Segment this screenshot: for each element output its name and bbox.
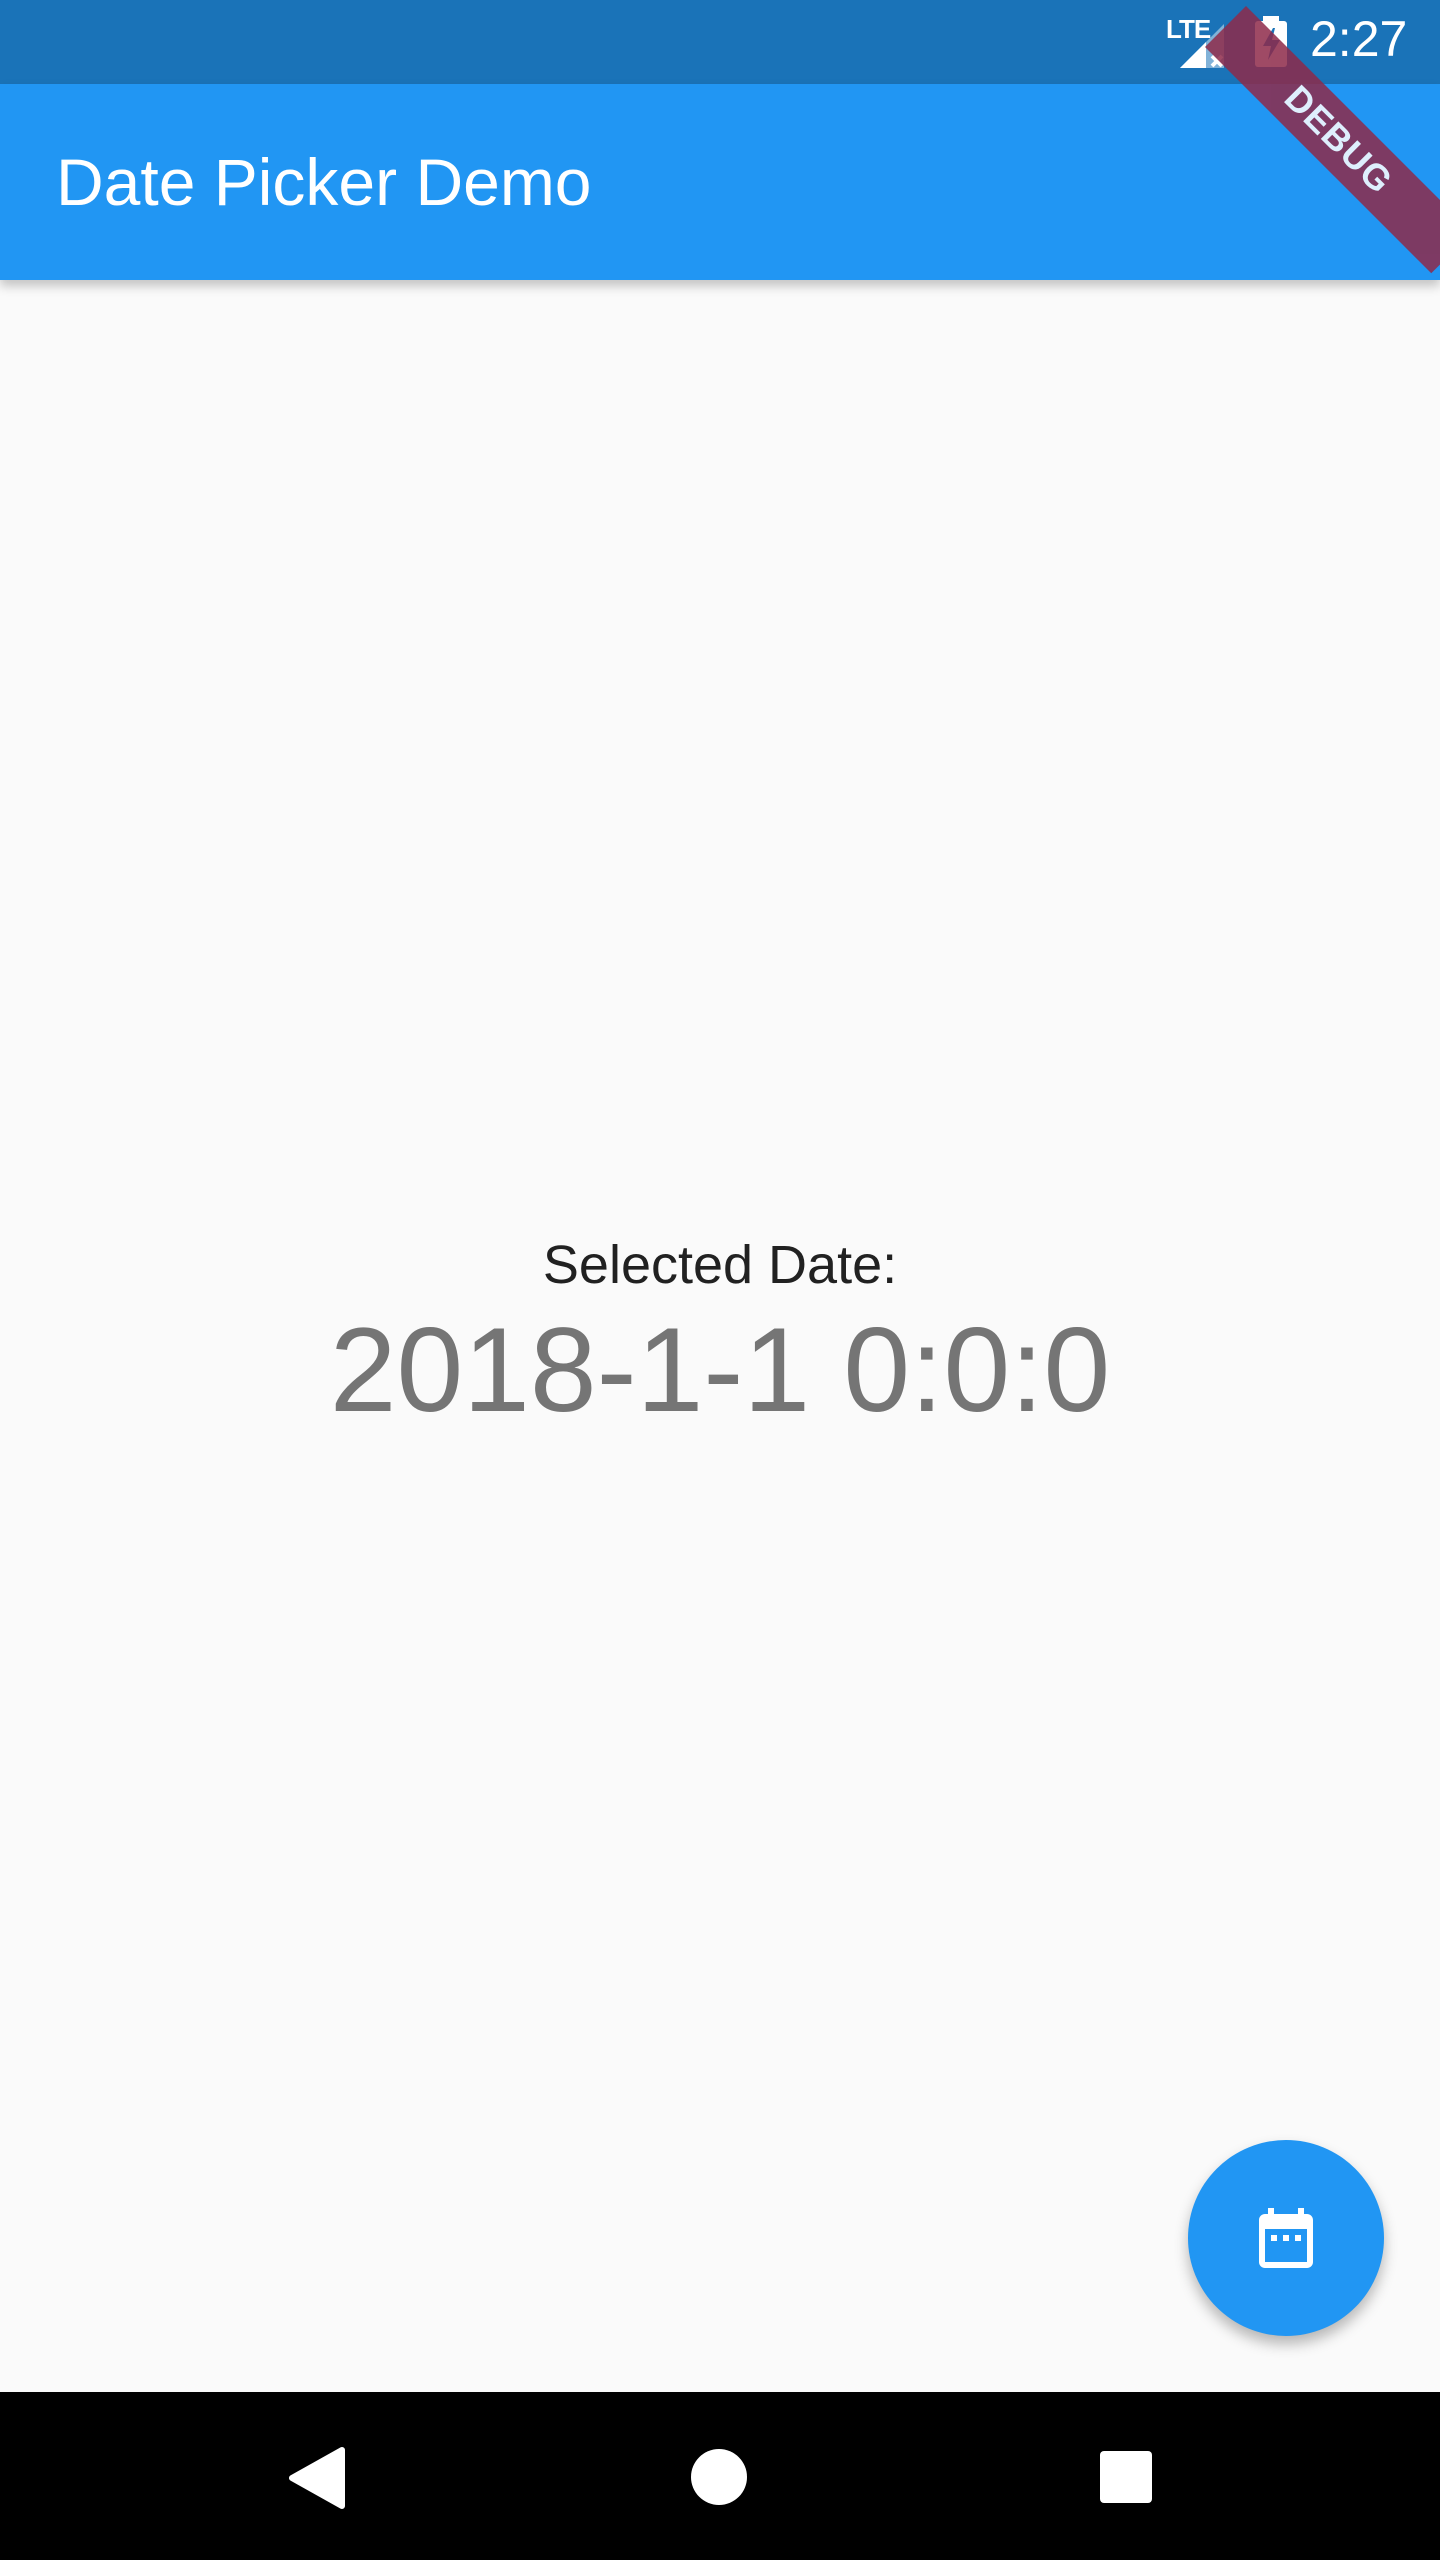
selected-date-label: Selected Date:: [542, 1235, 898, 1295]
selected-date-panel: Selected Date: 2018-1-1 0:0:0: [0, 1230, 1440, 1440]
selected-date-value: 2018-1-1 0:0:0: [329, 1303, 1111, 1437]
app-title: Date Picker Demo: [56, 145, 592, 219]
status-time: 2:27: [1310, 11, 1408, 67]
back-icon[interactable]: [286, 2446, 346, 2510]
recents-icon[interactable]: [1099, 2450, 1153, 2504]
pick-date-button[interactable]: [1188, 2140, 1384, 2336]
calendar-icon: [1259, 2208, 1313, 2268]
home-icon[interactable]: [690, 2448, 748, 2506]
app-bar: Date Picker Demo: [0, 84, 1440, 280]
navigation-bar: [0, 2392, 1440, 2560]
screen: LTE 2:27 Date Picker Demo DEBUG Selected…: [0, 0, 1440, 2560]
